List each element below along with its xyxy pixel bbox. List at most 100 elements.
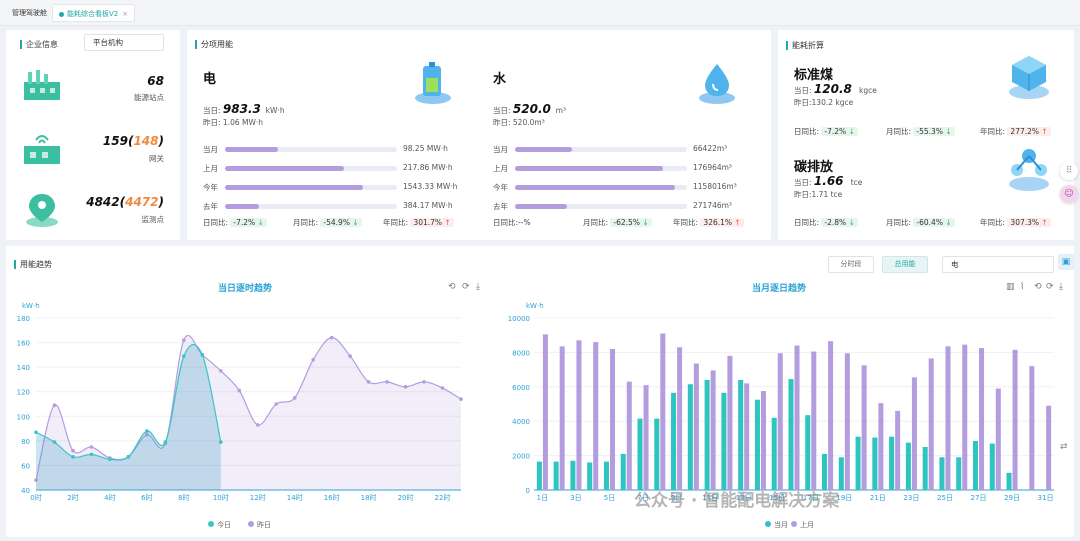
x-tick-label: 20时 [398,493,414,502]
restore-icon[interactable]: ⟳ [1046,282,1054,292]
bar-last-month [609,348,616,490]
water-today-label: 当日: [493,106,511,115]
grid-menu-icon[interactable]: ⠿ [1060,162,1078,180]
electric-progress-fill [225,185,363,190]
zoom-reset-icon[interactable]: ⟲ [448,282,456,292]
data-point [182,354,186,358]
image-icon[interactable]: ▣ [1058,254,1074,270]
data-point [255,423,260,427]
bar-current-month [972,440,979,490]
electric-progress-bar [225,147,397,152]
data-point [126,455,131,459]
bar-current-month [570,460,576,490]
water-row-value: 271746m³ [693,201,732,210]
site-count: 68 [147,74,164,88]
monitor-total: 4842 [86,195,120,209]
y-tick-label: 180 [17,315,30,323]
y-tick-label: 0 [526,487,530,495]
period-button[interactable]: 分时段 [828,256,874,273]
electric-month-compare-badge: -54.9% ↓ [320,218,362,227]
water-row-label: 上月 [493,164,508,173]
water-year-compare: 年同比: 326.1% ↑ [673,217,744,228]
electric-year-compare-label: 年同比: [383,218,409,227]
assistant-icon[interactable]: ☺ [1060,185,1078,203]
electric-progress-bar [225,204,397,209]
bar-current-month [855,436,861,490]
water-day-compare-value: --% [518,218,531,227]
electric-unit: kW·h [265,106,285,115]
x-tick-label: 14时 [287,493,303,502]
coal-year-compare: 年同比: 277.2% ↑ [980,126,1051,137]
carbon-month-compare-label: 月同比: [886,218,912,227]
hourly-chart: kW·h 40 60 80 100 120 140 160 180 0时 2时 4时 6时 8时 10时 12… [17,302,463,529]
bar-current-month [587,462,593,490]
carbon-year-compare-label: 年同比: [980,218,1006,227]
data-point [163,440,168,444]
zoom-reset-icon[interactable]: ⟲ [1034,282,1042,292]
legend-marker [248,521,254,527]
tab-energy-dashboard[interactable]: 能耗综合看板V2 × [52,4,136,22]
water-progress-bar [515,204,687,209]
carbon-year-compare-value: 307.3% [1010,218,1040,227]
tab-bar: 管理驾驶舱 能耗综合看板V2 × [0,0,1080,26]
arrow-down-icon: ↓ [642,218,649,227]
coal-unit: kgce [859,86,877,95]
map-pin-icon [26,194,58,227]
coal-cube-icon [1009,56,1049,99]
bar-current-month [754,399,760,490]
bar-current-month [1006,472,1012,490]
close-icon[interactable]: × [122,10,128,18]
data-point [89,452,94,457]
water-month-compare-badge: -62.5% ↓ [610,218,652,227]
bar-last-month [1046,405,1052,490]
conversion-panel: 能耗折算 标准煤 当日: 120.8 kgce 昨日:130.2 kgce 日同… [778,30,1074,240]
electric-progress-bar [225,185,397,190]
x-tick-label: 25日 [937,494,953,502]
tab-management-cockpit[interactable]: 管理驾驶舱 [6,4,53,22]
energy-type-select[interactable]: 电 [942,256,1054,273]
water-month-compare-value: -62.5% [613,218,640,227]
x-tick-label: 18时 [361,493,377,502]
total-energy-button[interactable]: 总用能 [882,256,928,273]
electric-day-compare-badge: -7.2% ↓ [230,218,267,227]
water-yesterday: 昨日: 520.0m³ [493,118,545,127]
coal-day-compare: 日同比: -7.2% ↓ [794,126,858,137]
carbon-molecule-icon [1009,149,1049,191]
arrow-up-icon: ↑ [1041,218,1048,227]
coal-day-compare-label: 日同比: [794,127,820,136]
download-icon[interactable]: ⤓ [1059,282,1063,292]
monitor-count: 4842(4472) [86,195,164,209]
water-month-compare-label: 月同比: [583,218,609,227]
bar-last-month [710,370,716,490]
electric-row-label: 当月 [203,145,218,154]
data-point [200,353,205,357]
carbon-year-compare: 年同比: 307.3% ↑ [980,217,1051,228]
legend-marker [208,521,214,527]
y-tick-label: 100 [17,413,30,421]
sub-energy-panel: 分项用能 电 当日: 983.3 kW·h 昨日: 1.06 MW·h 当月 98… [187,30,771,240]
bar-current-month [721,392,727,490]
org-select[interactable]: 平台机构 [84,34,164,51]
electric-row-label: 去年 [203,202,218,211]
bar-chart-icon[interactable]: ▥ [1006,282,1015,292]
bar-last-month [559,346,565,490]
restore-icon[interactable]: ⟳ [462,282,470,292]
electric-row-value: 98.25 MW·h [403,144,448,153]
trend-title: 用能趋势 [14,259,52,270]
coal-month-compare-value: -55.3% [916,127,943,136]
x-tick-label: 8时 [178,493,189,502]
water-month-compare: 月同比: -62.5% ↓ [583,217,652,228]
arrow-up-icon: ↑ [734,218,741,227]
electric-month-compare-value: -54.9% [323,218,350,227]
bar-current-month [553,461,559,490]
data-point [182,338,186,342]
water-progress-fill [515,204,567,209]
data-point [71,455,75,459]
line-chart-icon[interactable]: ⌇ [1020,282,1024,292]
x-tick-label: 2时 [67,493,78,502]
download-icon[interactable]: ⤓ [476,282,480,292]
water-row-label: 去年 [493,202,508,211]
settings-icon[interactable]: ⇄ [1060,442,1068,452]
legend-label: 上月 [800,520,814,529]
coal-month-compare-label: 月同比: [886,127,912,136]
